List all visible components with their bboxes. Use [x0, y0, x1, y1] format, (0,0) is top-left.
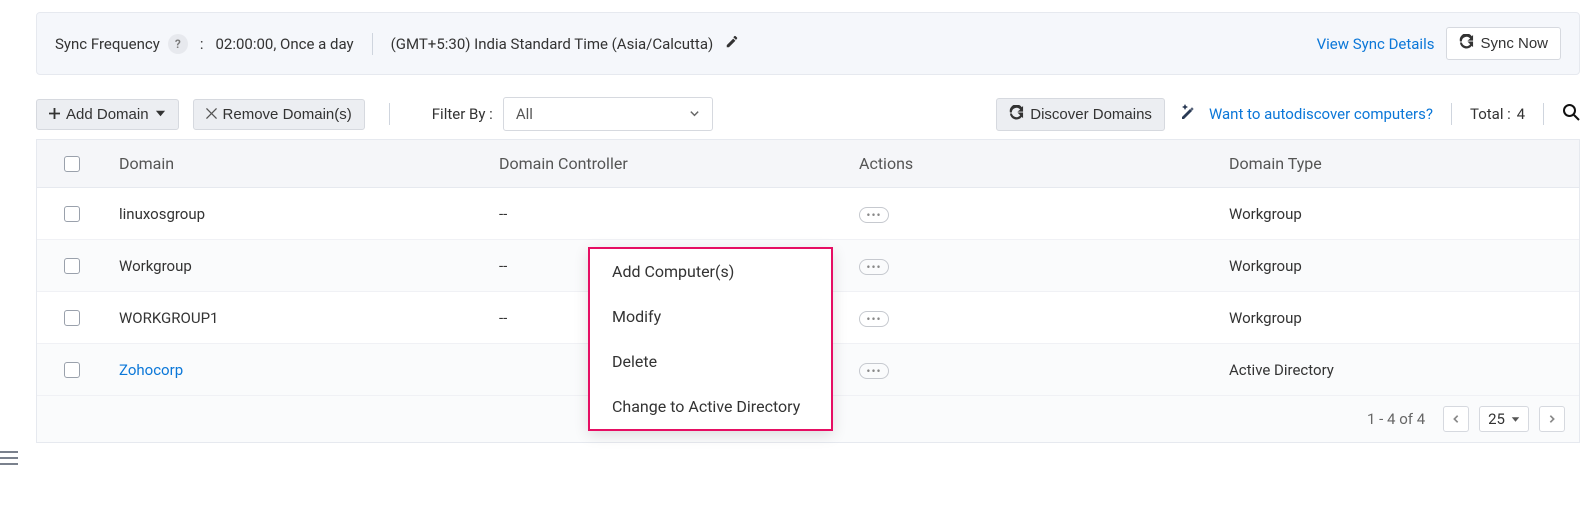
edit-icon[interactable]	[725, 35, 739, 53]
discover-domains-label: Discover Domains	[1030, 106, 1152, 123]
hamburger-icon[interactable]	[0, 450, 18, 466]
cell-type: Workgroup	[1217, 205, 1517, 223]
cell-controller: --	[487, 205, 847, 223]
view-sync-details-link[interactable]: View Sync Details	[1317, 35, 1435, 53]
select-all-checkbox[interactable]	[64, 156, 80, 172]
row-checkbox[interactable]	[64, 206, 80, 222]
col-actions: Actions	[847, 154, 1217, 173]
filter-select[interactable]: All	[503, 97, 713, 131]
sync-now-label: Sync Now	[1480, 35, 1548, 52]
autodiscover-link[interactable]: Want to autodiscover computers?	[1209, 105, 1433, 123]
plus-icon	[49, 106, 60, 123]
help-icon[interactable]: ?	[168, 34, 188, 54]
prev-page-button[interactable]	[1443, 406, 1469, 432]
sync-frequency-bar: Sync Frequency ? : 02:00:00, Once a day …	[36, 12, 1580, 75]
discover-domains-button[interactable]: Discover Domains	[996, 98, 1165, 131]
remove-domain-label: Remove Domain(s)	[223, 106, 352, 123]
vertical-divider	[372, 33, 373, 55]
refresh-icon	[1459, 34, 1474, 53]
menu-item-add-computers[interactable]: Add Computer(s)	[590, 249, 831, 294]
domain-toolbar: Add Domain Remove Domain(s) Filter By : …	[36, 97, 1580, 131]
close-icon	[206, 106, 217, 123]
table-header: Domain Domain Controller Actions Domain …	[37, 140, 1579, 188]
sync-frequency-label: Sync Frequency	[55, 35, 160, 53]
cell-type: Workgroup	[1217, 257, 1517, 275]
page-range: 1 - 4 of 4	[1367, 410, 1425, 428]
menu-item-modify[interactable]: Modify	[590, 294, 831, 339]
filter-value: All	[516, 105, 533, 123]
cell-type: Active Directory	[1217, 361, 1517, 379]
wand-icon	[1179, 104, 1195, 124]
page-size-value: 25	[1488, 410, 1505, 428]
search-icon[interactable]	[1562, 103, 1580, 125]
row-checkbox[interactable]	[64, 258, 80, 274]
cell-type: Workgroup	[1217, 309, 1517, 327]
menu-item-change-to-ad[interactable]: Change to Active Directory	[590, 384, 831, 429]
next-page-button[interactable]	[1539, 406, 1565, 432]
row-actions-menu[interactable]: •••	[859, 207, 889, 223]
row-checkbox[interactable]	[64, 310, 80, 326]
row-actions-menu[interactable]: •••	[859, 311, 889, 327]
remove-domain-button[interactable]: Remove Domain(s)	[193, 99, 365, 130]
col-domain: Domain	[107, 154, 487, 173]
sync-now-button[interactable]: Sync Now	[1446, 27, 1561, 60]
refresh-icon	[1009, 105, 1024, 124]
row-context-menu: Add Computer(s) Modify Delete Change to …	[588, 247, 833, 431]
table-row: linuxosgroup -- ••• Workgroup	[37, 188, 1579, 240]
cell-domain: WORKGROUP1	[107, 309, 487, 327]
sync-time-value: 02:00:00, Once a day	[215, 35, 353, 53]
separator: :	[200, 35, 204, 53]
page-size-select[interactable]: 25	[1479, 406, 1529, 432]
add-domain-label: Add Domain	[66, 106, 149, 123]
timezone-text: (GMT+5:30) India Standard Time (Asia/Cal…	[391, 35, 714, 53]
vertical-divider	[389, 103, 390, 125]
total-label: Total : 4	[1470, 105, 1525, 123]
vertical-divider	[1543, 103, 1544, 125]
vertical-divider	[1451, 103, 1452, 125]
row-actions-menu[interactable]: •••	[859, 363, 889, 379]
chevron-down-icon	[689, 105, 700, 123]
menu-item-delete[interactable]: Delete	[590, 339, 831, 384]
col-controller: Domain Controller	[487, 154, 847, 173]
filter-label: Filter By :	[432, 105, 493, 123]
caret-down-icon	[155, 106, 166, 123]
col-type: Domain Type	[1217, 154, 1517, 173]
cell-domain: Workgroup	[107, 257, 487, 275]
cell-domain: linuxosgroup	[107, 205, 487, 223]
row-actions-menu[interactable]: •••	[859, 259, 889, 275]
add-domain-button[interactable]: Add Domain	[36, 99, 179, 130]
row-checkbox[interactable]	[64, 362, 80, 378]
cell-domain-link[interactable]: Zohocorp	[107, 361, 487, 379]
